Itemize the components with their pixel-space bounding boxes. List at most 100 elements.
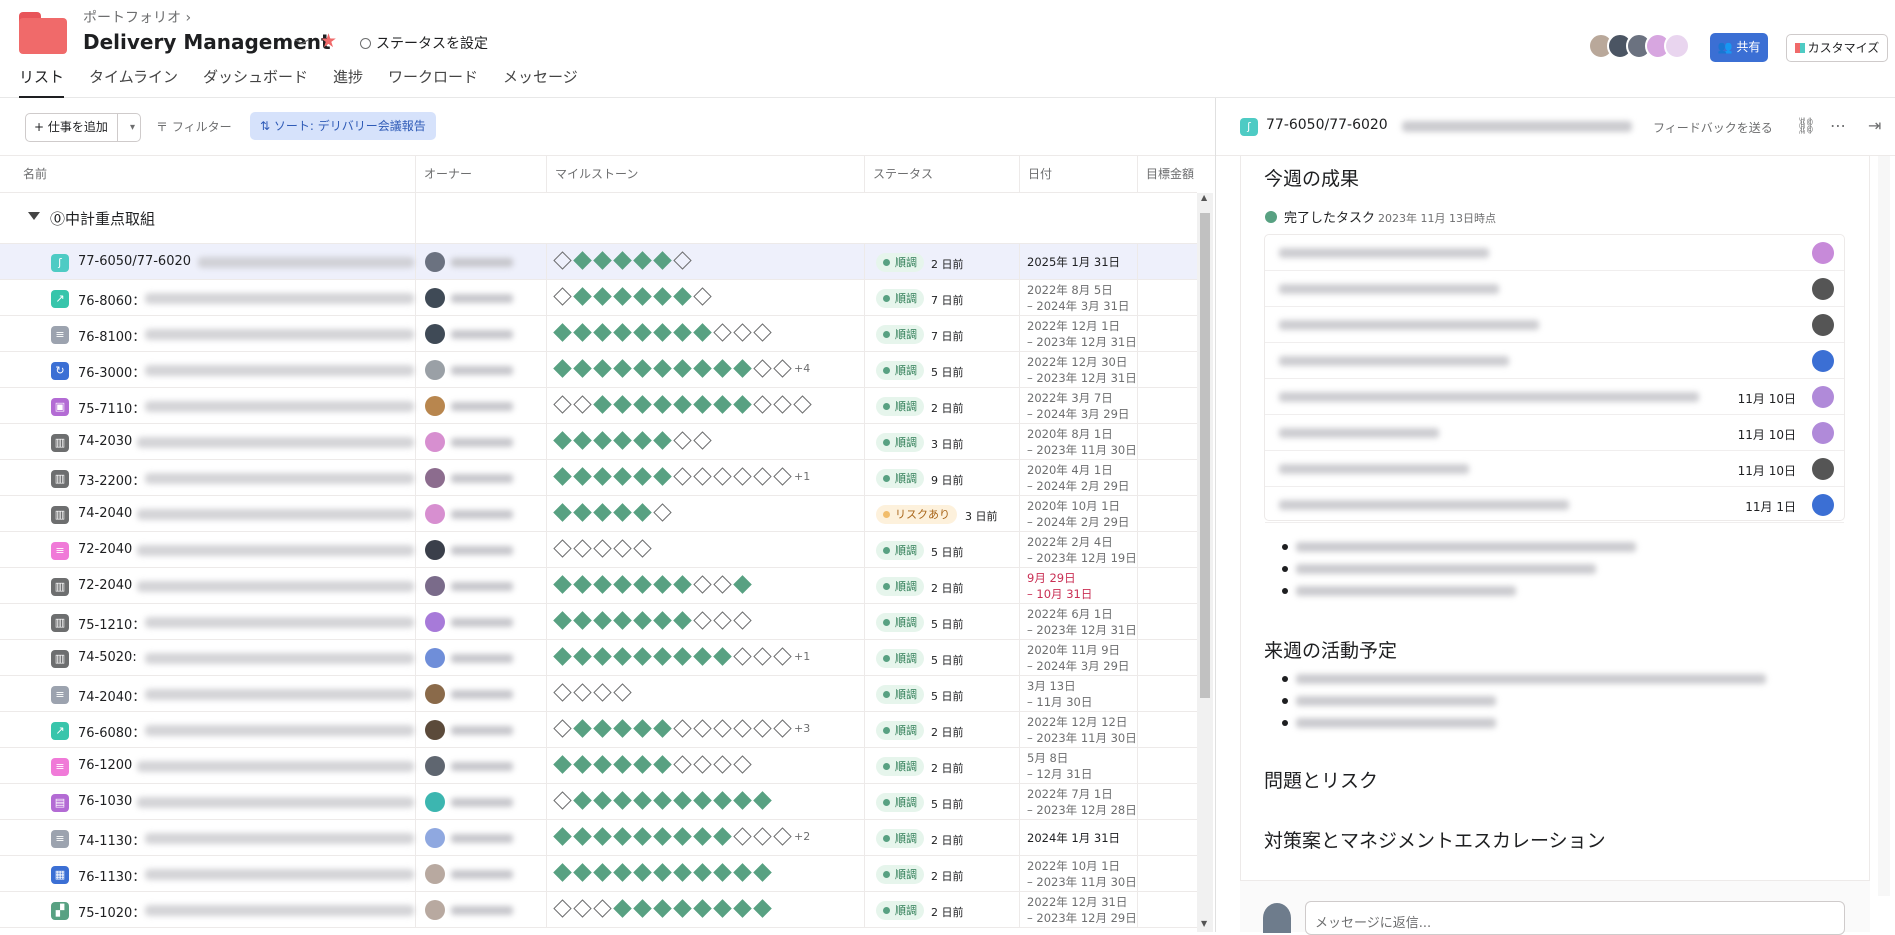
milestone-done-icon[interactable] [653,791,672,810]
milestone-open-icon[interactable] [713,575,732,594]
milestone-done-icon[interactable] [653,863,672,882]
milestone-done-icon[interactable] [633,863,652,882]
milestone-done-icon[interactable] [673,791,692,810]
milestone-open-icon[interactable] [653,503,672,522]
list-item[interactable]: 11月 10日 [1265,415,1844,451]
milestone-done-icon[interactable] [613,791,632,810]
milestone-done-icon[interactable] [573,287,592,306]
milestone-done-icon[interactable] [553,611,572,630]
milestone-done-icon[interactable] [633,719,652,738]
milestone-open-icon[interactable] [693,287,712,306]
milestone-more-count[interactable]: +3 [794,722,810,735]
milestone-done-icon[interactable] [673,323,692,342]
milestone-done-icon[interactable] [613,323,632,342]
milestone-done-icon[interactable] [653,827,672,846]
milestone-open-icon[interactable] [593,899,612,918]
milestone-done-icon[interactable] [633,431,652,450]
status-badge[interactable]: 順調 [876,361,924,380]
table-row[interactable]: ▥ 74-2030 順調 3 日前 2020年 8月 1日 – 2023年 11月 30日 [0,424,1197,460]
milestone-open-icon[interactable] [773,359,792,378]
milestone-done-icon[interactable] [593,323,612,342]
milestone-done-icon[interactable] [713,863,732,882]
milestone-done-icon[interactable] [693,647,712,666]
milestone-done-icon[interactable] [553,359,572,378]
date-range[interactable]: 2020年 11月 9日 – 2024年 3月 29日 [1027,642,1129,674]
milestone-open-icon[interactable] [613,539,632,558]
status-badge[interactable]: 順調 [876,325,924,344]
milestone-done-icon[interactable] [693,791,712,810]
milestone-done-icon[interactable] [593,467,612,486]
milestone-more-count[interactable]: +4 [794,362,810,375]
table-row[interactable]: ↻ 76-3000： +4 順調 5 日前 2022年 12月 30日 – 2023年 12… [0,352,1197,388]
status-badge[interactable]: 順調 [876,469,924,488]
milestone-done-icon[interactable] [613,611,632,630]
table-row[interactable]: ≡ 76-1200 順調 2 日前 5月 8日 – 12月 31日 [0,748,1197,784]
column-date[interactable]: 日付 [1020,156,1138,193]
customize-button[interactable]: カスタマイズ [1786,34,1888,62]
avatar[interactable] [425,792,445,812]
task-id[interactable]: 74-5020: [78,650,137,665]
milestone-done-icon[interactable] [593,755,612,774]
column-target-amount[interactable]: 目標金額 [1138,156,1197,193]
milestone-done-icon[interactable] [653,467,672,486]
milestone-open-icon[interactable] [553,791,572,810]
table-row[interactable]: ▥ 74-2040 リスクあり 3 日前 2020年 10月 1日 – 2024年 2月 … [0,496,1197,532]
milestone-done-icon[interactable] [673,863,692,882]
milestone-done-icon[interactable] [733,899,752,918]
avatar[interactable] [425,540,445,560]
milestone-done-icon[interactable] [573,647,592,666]
milestone-done-icon[interactable] [713,827,732,846]
status-badge[interactable]: 順調 [876,649,924,668]
avatar[interactable] [425,756,445,776]
task-id[interactable]: 77-6050/77-6020 [78,254,191,269]
milestone-done-icon[interactable] [653,575,672,594]
date-range[interactable]: 2022年 12月 12日 – 2023年 11月 30日 [1027,714,1137,746]
avatar[interactable] [425,252,445,272]
milestone-done-icon[interactable] [653,395,672,414]
status-badge[interactable]: 順調 [876,865,924,884]
milestone-done-icon[interactable] [593,719,612,738]
milestone-done-icon[interactable] [713,647,732,666]
milestone-done-icon[interactable] [733,863,752,882]
milestone-done-icon[interactable] [633,467,652,486]
milestone-done-icon[interactable] [553,323,572,342]
task-id[interactable]: 73-2200： [78,470,145,489]
milestone-open-icon[interactable] [573,539,592,558]
milestone-done-icon[interactable] [673,395,692,414]
status-badge[interactable]: 順調 [876,829,924,848]
task-id[interactable]: 76-3000： [78,362,145,381]
milestone-done-icon[interactable] [613,395,632,414]
table-row[interactable]: ▤ 76-1030 順調 5 日前 2022年 7月 1日 – 2023年 12月 28日 [0,784,1197,820]
milestone-done-icon[interactable] [573,503,592,522]
table-row[interactable]: ▥ 75-1210： 順調 5 日前 2022年 6月 1日 – 2023年 12月 31… [0,604,1197,640]
milestone-done-icon[interactable] [633,359,652,378]
table-row[interactable]: ↗ 76-8060： 順調 7 日前 2022年 8月 5日 – 2024年 3月 31日 [0,280,1197,316]
date-range[interactable]: 2024年 1月 31日 [1027,830,1120,846]
milestone-open-icon[interactable] [733,647,752,666]
table-row[interactable]: ʃ 77-6050/77-6020 順調 2 日前 2025年 1月 31日 [0,244,1197,280]
list-item[interactable] [1265,235,1844,271]
milestone-done-icon[interactable] [653,251,672,270]
milestone-open-icon[interactable] [693,575,712,594]
tab-messages[interactable]: メッセージ [503,66,578,98]
triangle-down-icon[interactable] [28,212,40,220]
task-id[interactable]: 74-2040： [78,686,145,705]
milestone-done-icon[interactable] [573,575,592,594]
milestone-done-icon[interactable] [613,647,632,666]
table-row[interactable]: ▥ 74-5020: +1 順調 5 日前 2020年 11月 9日 – 2024年 3月 … [0,640,1197,676]
milestone-done-icon[interactable] [613,755,632,774]
milestone-open-icon[interactable] [673,719,692,738]
column-milestone[interactable]: マイルストーン [547,156,865,193]
milestone-done-icon[interactable] [733,395,752,414]
milestone-done-icon[interactable] [653,719,672,738]
avatar[interactable] [425,900,445,920]
filter-button[interactable]: 〒 フィルター [156,118,232,135]
milestone-open-icon[interactable] [773,827,792,846]
milestone-done-icon[interactable] [633,503,652,522]
milestone-done-icon[interactable] [593,503,612,522]
avatar[interactable] [425,324,445,344]
milestone-done-icon[interactable] [673,359,692,378]
more-icon[interactable]: ⋯ [1830,116,1846,135]
milestone-done-icon[interactable] [753,863,772,882]
milestone-done-icon[interactable] [613,899,632,918]
